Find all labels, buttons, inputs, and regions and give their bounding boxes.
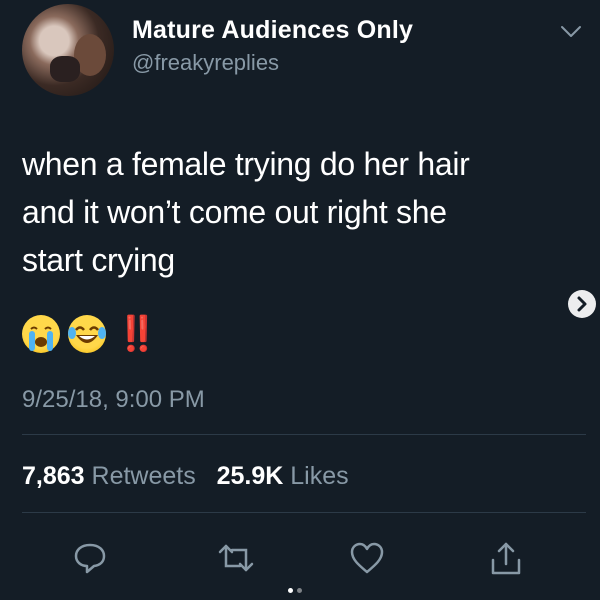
retweets-label[interactable]: Retweets xyxy=(92,462,196,490)
reply-icon[interactable] xyxy=(72,540,108,576)
divider xyxy=(22,512,586,513)
chevron-right-icon xyxy=(577,296,587,312)
tweet-timestamp[interactable]: 9/25/18, 9:00 PM xyxy=(22,386,205,414)
author-handle[interactable]: @freakyreplies xyxy=(132,50,279,76)
chevron-down-icon[interactable] xyxy=(560,24,582,40)
retweet-icon[interactable] xyxy=(216,540,256,576)
carousel-dot-active xyxy=(288,588,293,593)
share-icon[interactable] xyxy=(488,540,524,578)
tears-of-joy-face-icon xyxy=(68,315,106,353)
carousel-dots xyxy=(288,588,302,593)
tweet-line: when a female trying do her hair xyxy=(22,146,470,182)
tweet-text: when a female trying do her hair and it … xyxy=(22,140,562,284)
double-exclamation-icon: ‼️ xyxy=(116,315,158,353)
likes-count[interactable]: 25.9K xyxy=(217,462,284,490)
like-icon[interactable] xyxy=(348,540,386,576)
next-slide-arrow[interactable] xyxy=(568,290,596,318)
action-bar xyxy=(0,540,600,590)
author-display-name[interactable]: Mature Audiences Only xyxy=(132,16,413,45)
tweet-line: and it won’t come out right she xyxy=(22,194,447,230)
divider xyxy=(22,434,586,435)
tweet-stats: 7,863 Retweets 25.9K Likes xyxy=(22,462,349,491)
avatar-hand xyxy=(50,56,80,82)
likes-label[interactable]: Likes xyxy=(290,462,348,490)
retweets-count[interactable]: 7,863 xyxy=(22,462,85,490)
tweet-line: start crying xyxy=(22,242,175,278)
avatar[interactable] xyxy=(22,4,114,96)
emoji-row: ‼️ xyxy=(22,312,158,356)
carousel-dot xyxy=(297,588,302,593)
crying-face-icon xyxy=(22,315,60,353)
